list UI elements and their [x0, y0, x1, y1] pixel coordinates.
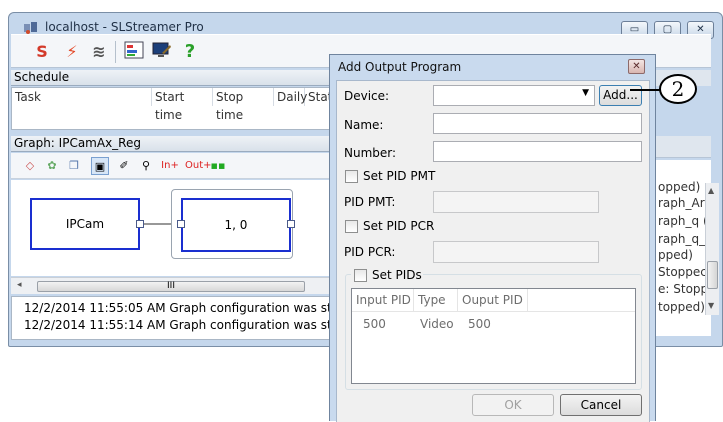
number-label: Number:: [344, 146, 397, 160]
dialog-close-button[interactable]: ✕: [628, 59, 645, 74]
pid-row-input[interactable]: 500: [363, 317, 386, 331]
name-input[interactable]: [433, 113, 642, 134]
node-input-port[interactable]: [177, 220, 185, 228]
gear-run-icon[interactable]: ✿: [43, 157, 61, 175]
set-pid-pcr-checkbox[interactable]: [345, 220, 358, 233]
set-pids-checkbox[interactable]: [354, 269, 367, 282]
set-pid-pcr-label[interactable]: Set PID PCR: [363, 219, 434, 233]
app-icon: [23, 21, 39, 35]
right-list-panel: opped) raph_Arc raph_q (s raph_q_2 pped)…: [655, 160, 711, 336]
add-output-program-dialog: Add Output Program ✕ Device: ▼ Add... Na…: [329, 54, 656, 422]
lightning-icon[interactable]: ⚡: [61, 41, 83, 63]
header-divider: [352, 311, 635, 312]
set-pid-pmt-label[interactable]: Set PID PMT: [363, 169, 435, 183]
column-task[interactable]: Task: [12, 88, 152, 106]
vertical-scrollbar[interactable]: ▲ ▼: [705, 183, 719, 315]
copy-icon[interactable]: ❐: [65, 157, 83, 175]
log-panel: 12/2/2014 11:55:05 AM Graph configuratio…: [11, 296, 330, 340]
log-line: 12/2/2014 11:55:05 AM Graph configuratio…: [24, 301, 329, 315]
column-type[interactable]: Type: [414, 289, 458, 311]
dialog-body: Device: ▼ Add... Name: Number: Set PID P…: [336, 80, 650, 422]
list-item[interactable]: raph_Arc: [658, 196, 706, 210]
column-input-pid[interactable]: Input PID: [352, 289, 414, 311]
pid-row-type[interactable]: Video: [420, 317, 454, 331]
right-panel-header: [655, 136, 711, 158]
node-output-port[interactable]: [287, 220, 295, 228]
schedule-header: Schedule: [11, 70, 330, 86]
stop-graph-icon[interactable]: ◇: [21, 157, 39, 175]
device-label: Device:: [344, 89, 390, 103]
ok-button[interactable]: OK: [472, 394, 554, 416]
log-line: 12/2/2014 11:55:14 AM Graph configuratio…: [24, 318, 330, 332]
list-item[interactable]: e: Stoppe: [658, 282, 706, 296]
properties-icon[interactable]: ⚲: [137, 157, 155, 175]
pid-pmt-label: PID PMT:: [344, 195, 396, 209]
s-logo-icon[interactable]: S: [31, 41, 53, 63]
list-item[interactable]: opped): [658, 180, 706, 194]
column-status[interactable]: Stat: [305, 88, 332, 106]
scroll-up-icon[interactable]: ▲: [708, 186, 714, 195]
horizontal-scrollbar[interactable]: ◂ III: [11, 277, 330, 294]
list-item[interactable]: Stoppec: [658, 265, 706, 279]
help-icon[interactable]: ?: [179, 41, 201, 63]
list-item[interactable]: topped): [658, 300, 706, 314]
callout-number: 2: [659, 74, 697, 104]
graph-node-ipcam[interactable]: IPCam: [30, 198, 140, 250]
number-input[interactable]: [433, 141, 642, 162]
scrollbar-thumb[interactable]: [707, 261, 718, 289]
chart-window-icon[interactable]: [123, 41, 145, 63]
monitor-edit-icon[interactable]: [151, 41, 173, 63]
pids-table: Input PID Type Ouput PID 500 Video 500: [351, 288, 636, 384]
pid-row-output[interactable]: 500: [468, 317, 491, 331]
set-pids-label[interactable]: Set PIDs: [372, 268, 422, 282]
add-input-icon[interactable]: In+: [161, 157, 179, 175]
chevron-down-icon[interactable]: ▼: [582, 88, 589, 98]
graph-toolbar: ◇ ✿ ❐ ▣ ✐ ⚲ In+ Out+ ▪▪: [11, 153, 330, 179]
graph-header: Graph: IPCamAx_Reg: [11, 136, 330, 152]
scroll-left-icon[interactable]: ◂: [17, 280, 22, 290]
add-output-icon[interactable]: Out+: [185, 157, 212, 175]
cancel-button[interactable]: Cancel: [560, 394, 642, 416]
device-select[interactable]: ▼: [433, 85, 595, 106]
add-link-icon[interactable]: ▪▪: [209, 157, 227, 175]
pid-pcr-input[interactable]: [433, 241, 599, 263]
connect-tool-icon[interactable]: ✐: [115, 157, 133, 175]
list-item[interactable]: pped): [658, 248, 706, 262]
schedule-table: Task Start time Stop time Daily Stat: [11, 87, 332, 130]
column-daily[interactable]: Daily: [274, 88, 307, 106]
callout-line: [630, 89, 660, 91]
column-output-pid[interactable]: Ouput PID: [458, 289, 528, 311]
list-item[interactable]: raph_q_2: [658, 232, 706, 246]
signal-wave-icon[interactable]: ≋: [88, 41, 110, 63]
column-stop-time[interactable]: Stop time: [213, 88, 274, 122]
column-start-time[interactable]: Start time: [152, 88, 213, 122]
select-tool-icon[interactable]: ▣: [91, 157, 109, 175]
pid-pmt-input[interactable]: [433, 191, 599, 213]
set-pid-pmt-checkbox[interactable]: [345, 170, 358, 183]
pid-pcr-label: PID PCR:: [344, 245, 396, 259]
toolbar-separator: [115, 41, 116, 63]
graph-node-program[interactable]: 1, 0: [181, 198, 291, 252]
scrollbar-thumb[interactable]: III: [37, 281, 305, 292]
list-item[interactable]: raph_q (s: [658, 214, 706, 228]
dialog-title: Add Output Program: [338, 60, 462, 74]
name-label: Name:: [344, 118, 384, 132]
scroll-down-icon[interactable]: ▼: [708, 301, 714, 310]
graph-canvas[interactable]: IPCam 1, 0: [11, 180, 330, 276]
node-output-port[interactable]: [136, 220, 144, 228]
window-title: localhost - SLStreamer Pro: [45, 20, 204, 34]
